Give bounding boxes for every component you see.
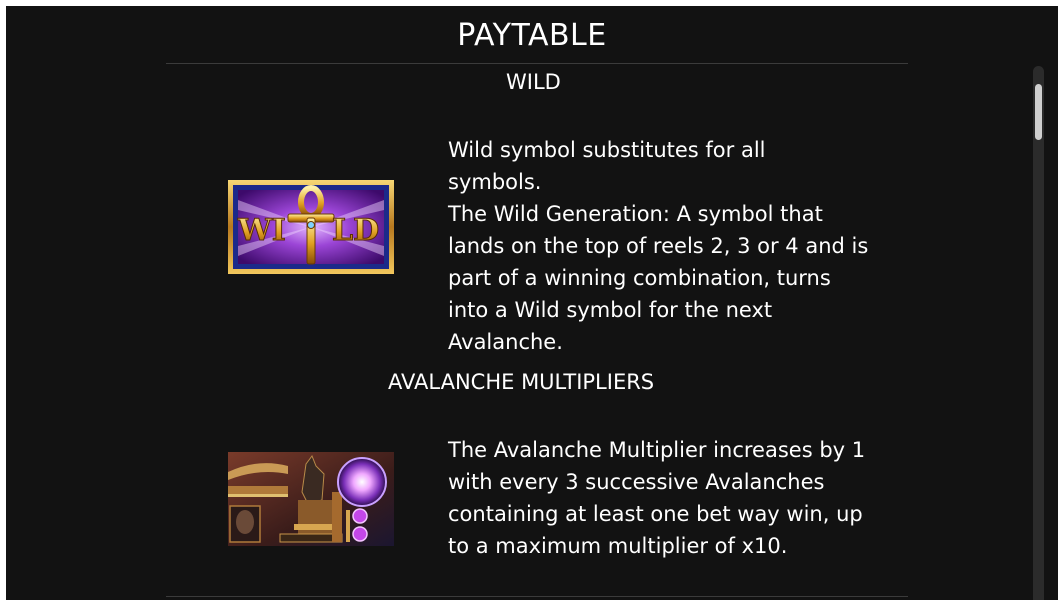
paytable-screen: PAYTABLE WILD WI LD Wild symbol substitu… [6,6,1058,600]
title-divider [166,63,908,64]
scrollbar-track[interactable] [1033,66,1044,600]
wild-symbol-text-left: WI [237,213,286,248]
avalanche-multiplier-image [228,452,394,546]
wild-symbol-text-right: LD [332,213,379,248]
wild-heading: WILD [506,70,561,94]
page-title: PAYTABLE [457,18,607,53]
wild-description: Wild symbol substitutes for all symbols.… [448,138,869,354]
wild-symbol-image: WI LD [228,180,394,274]
avalanche-description: The Avalanche Multiplier increases by 1 … [448,438,866,558]
scrollbar-thumb[interactable] [1035,84,1042,140]
avalanche-multipliers-heading: AVALANCHE MULTIPLIERS [388,370,655,394]
bottom-divider [166,596,908,597]
